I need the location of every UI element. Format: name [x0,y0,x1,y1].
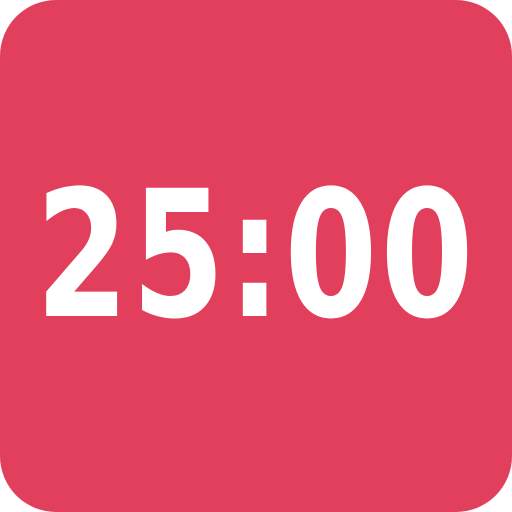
timer-app-icon: 25:00 [0,0,512,512]
timer-display: 25:00 [35,153,477,358]
